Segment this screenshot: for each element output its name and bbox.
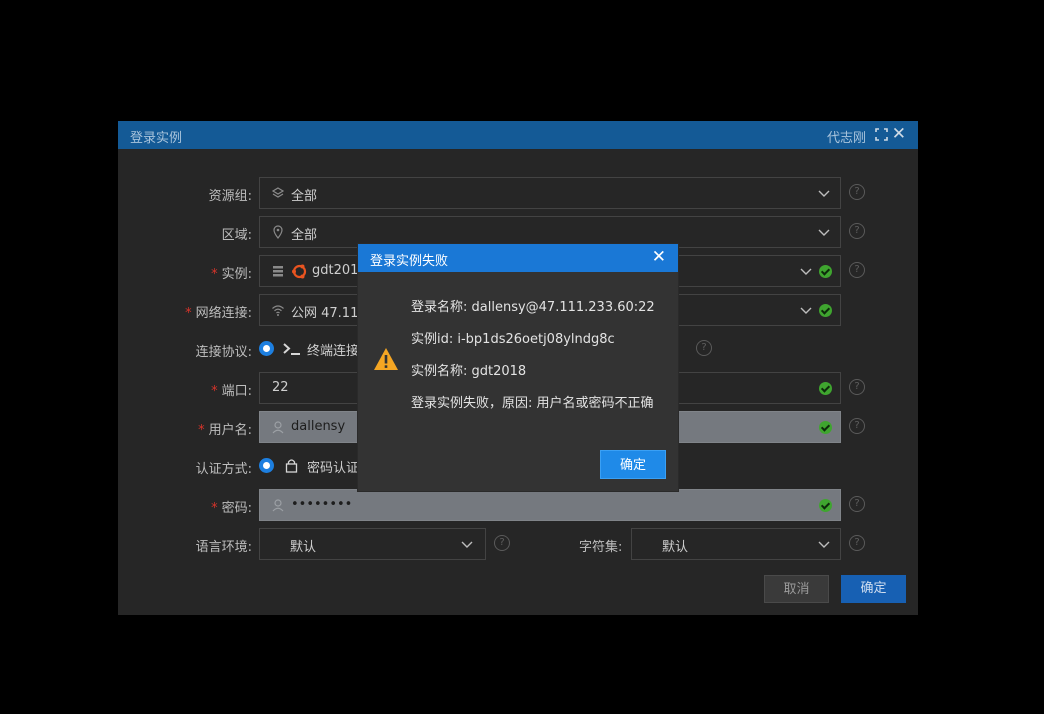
window-title-bar: 登录实例 代志刚 ✕ — [118, 121, 918, 149]
page: 登录实例 代志刚 ✕ 资源组: 全部 ? 区域: 全部 ? * 实例: gdt2… — [0, 0, 1044, 714]
check-circle-icon — [819, 265, 832, 278]
confirm-button[interactable]: 确定 — [841, 575, 906, 603]
cancel-button[interactable]: 取消 — [764, 575, 829, 603]
protocol-value: 终端连接 — [307, 344, 360, 359]
dialog-title: 登录实例失败 — [370, 254, 449, 269]
locale-label: 语言环境: — [195, 540, 252, 555]
help-icon[interactable]: ? — [849, 535, 865, 551]
close-icon[interactable]: ✕ — [892, 124, 906, 144]
help-icon[interactable]: ? — [849, 496, 865, 512]
chevron-down-icon — [461, 541, 473, 548]
username-label-text: 用户名: — [208, 423, 252, 438]
username-label: * 用户名: — [198, 419, 252, 438]
help-icon[interactable]: ? — [849, 184, 865, 200]
region-value: 全部 — [291, 228, 318, 243]
network-value: 公网 47.111 — [291, 306, 367, 321]
password-value: •••••••• — [291, 497, 353, 512]
region-label: 区域: — [221, 228, 252, 243]
help-icon[interactable]: ? — [849, 262, 865, 278]
required-mark: * — [198, 423, 205, 438]
chevron-down-icon — [818, 229, 830, 236]
required-mark: * — [211, 501, 218, 516]
locale-row: 语言环境: 默认 ? 字符集: 默认 ? — [118, 528, 918, 560]
resource-group-row: 资源组: 全部 ? — [118, 177, 918, 209]
port-label-text: 端口: — [221, 384, 252, 399]
check-circle-icon — [819, 304, 832, 317]
maximize-icon[interactable] — [875, 128, 888, 141]
terminal-icon — [283, 343, 300, 355]
dialog-message-line: 实例名称: gdt2018 — [411, 364, 527, 379]
auth-label: 认证方式: — [195, 462, 252, 477]
charset-select[interactable]: 默认 — [631, 528, 841, 560]
port-label: * 端口: — [211, 380, 252, 399]
instance-label: * 实例: — [211, 263, 252, 282]
help-icon[interactable]: ? — [849, 379, 865, 395]
locale-value: 默认 — [290, 540, 317, 555]
required-mark: * — [211, 267, 218, 282]
password-input[interactable]: •••••••• — [259, 489, 841, 521]
server-icon — [273, 266, 283, 277]
chevron-down-icon — [818, 190, 830, 197]
key-icon — [272, 499, 284, 512]
password-label-text: 密码: — [221, 501, 252, 516]
network-label: * 网络连接: — [185, 302, 252, 321]
help-icon[interactable]: ? — [849, 418, 865, 434]
charset-label: 字符集: — [579, 540, 623, 555]
current-user[interactable]: 代志刚 — [827, 127, 866, 146]
check-circle-icon — [819, 382, 832, 395]
dialog-title-bar: 登录实例失败 ✕ — [358, 244, 678, 272]
check-circle-icon — [819, 499, 832, 512]
warning-icon — [374, 348, 398, 370]
resource-group-select[interactable]: 全部 — [259, 177, 841, 209]
lock-icon — [285, 459, 298, 473]
required-mark: * — [211, 384, 218, 399]
help-icon[interactable]: ? — [849, 223, 865, 239]
auth-value: 密码认证 — [307, 461, 360, 476]
protocol-label: 连接协议: — [195, 345, 252, 360]
protocol-radio[interactable] — [259, 341, 274, 356]
instance-label-text: 实例: — [221, 267, 252, 282]
close-icon[interactable]: ✕ — [652, 247, 666, 267]
location-pin-icon — [273, 225, 283, 239]
resource-group-value: 全部 — [291, 189, 318, 204]
dialog-message-line: 登录名称: dallensy@47.111.233.60:22 — [411, 300, 655, 315]
check-circle-icon — [819, 421, 832, 434]
resource-group-label: 资源组: — [208, 189, 252, 204]
chevron-down-icon — [818, 541, 830, 548]
window-title: 登录实例 — [130, 131, 183, 146]
dialog-message-line: 登录实例失败，原因: 用户名或密码不正确 — [411, 396, 654, 411]
password-label: * 密码: — [211, 497, 252, 516]
dialog-ok-button[interactable]: 确定 — [600, 450, 666, 479]
required-mark: * — [185, 306, 192, 321]
chevron-down-icon — [800, 307, 812, 314]
network-label-text: 网络连接: — [195, 306, 252, 321]
dialog-message-line: 实例id: i-bp1ds26oetj08ylndg8c — [411, 332, 615, 347]
login-failed-dialog: 登录实例失败 ✕ 登录名称: dallensy@47.111.233.60:22… — [358, 244, 678, 491]
password-row: * 密码: •••••••• ? — [118, 489, 918, 521]
layers-icon — [271, 187, 285, 198]
chevron-down-icon — [800, 268, 812, 275]
ubuntu-logo-icon — [292, 264, 307, 279]
user-icon — [272, 421, 284, 434]
wifi-icon — [272, 305, 284, 316]
help-icon[interactable]: ? — [696, 340, 712, 356]
username-value: dallensy — [291, 419, 346, 434]
auth-radio[interactable] — [259, 458, 274, 473]
help-icon[interactable]: ? — [494, 535, 510, 551]
port-value: 22 — [272, 380, 289, 395]
locale-select[interactable]: 默认 — [259, 528, 486, 560]
charset-value: 默认 — [662, 540, 689, 555]
